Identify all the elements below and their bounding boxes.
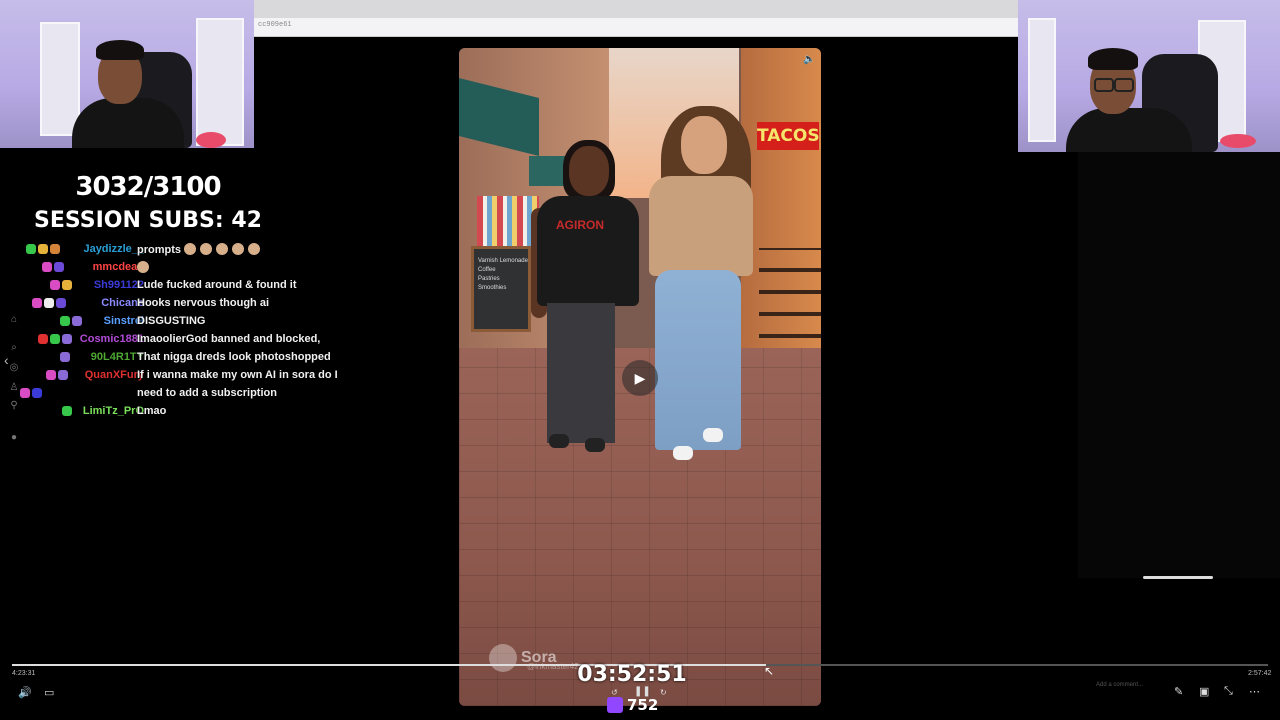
- address-bar[interactable]: cc909e61: [254, 18, 1018, 37]
- chat-message: Sinstrel DISGUSTING: [14, 314, 344, 331]
- elapsed-time: 4:23:31: [12, 670, 36, 677]
- chat-message: mmcdead: [14, 260, 344, 277]
- avatar[interactable]: ●: [8, 432, 20, 444]
- comment-input[interactable]: Add a comment...: [1088, 676, 1176, 694]
- speaker-muted-icon[interactable]: 🔈: [803, 54, 815, 66]
- home-icon[interactable]: ⌂: [8, 314, 20, 326]
- chat-username[interactable]: Cosmic1881: [80, 333, 144, 345]
- captions-icon[interactable]: ▭: [44, 686, 54, 699]
- chat-text: Lmao: [137, 405, 167, 417]
- volume-icon[interactable]: 🔊: [18, 686, 32, 699]
- picture-in-picture-icon[interactable]: ▣: [1199, 685, 1209, 698]
- browser-tab-bar: [254, 0, 1018, 18]
- chat-text: That nigga dreds look photoshopped: [137, 351, 331, 363]
- chat-text: [137, 261, 153, 274]
- chat-username[interactable]: LimiTz_PrO: [83, 405, 144, 417]
- more-icon[interactable]: ⋯: [1249, 685, 1260, 698]
- chat-text: need to add a subscription: [137, 387, 277, 399]
- chat-message: 90L4R1TY That nigga dreds look photoshop…: [14, 350, 344, 367]
- sora-logo-icon: [489, 644, 517, 672]
- play-icon[interactable]: ▶: [622, 360, 658, 396]
- session-subs: SESSION SUBS: 42: [34, 208, 262, 233]
- viewer-count: 752: [607, 696, 658, 714]
- chat-text: If i wanna make my own AI in sora do I: [137, 369, 338, 381]
- trophy-icon[interactable]: ♙: [8, 382, 20, 394]
- stream-clock: 03:52:51: [577, 662, 687, 687]
- chat-username[interactable]: QuanXFury: [85, 369, 144, 381]
- mouse-cursor-icon: ↖: [764, 664, 775, 678]
- webcam-left: [0, 0, 254, 148]
- chat-text: Lude fucked around & found it: [137, 279, 297, 291]
- scroll-handle[interactable]: [1143, 576, 1213, 579]
- forward-icon[interactable]: ↻: [660, 688, 667, 697]
- chat-message: need to add a subscription: [14, 386, 344, 403]
- chat-text: Hooks nervous though ai: [137, 297, 270, 309]
- chat-message: Cosmic1881 ImaoolierGod banned and block…: [14, 332, 344, 349]
- minimize-icon[interactable]: ⤡: [1224, 685, 1233, 698]
- explore-icon[interactable]: ◎: [8, 362, 20, 374]
- comments-panel: [1078, 152, 1280, 578]
- chat-message: LimiTz_PrO Lmao: [14, 404, 344, 421]
- chat-message: Sh991122 Lude fucked around & found it: [14, 278, 344, 295]
- chat-message: QuanXFury If i wanna make my own AI in s…: [14, 368, 344, 385]
- webcam-right: [1018, 0, 1280, 152]
- chat-username[interactable]: Jaydizzle__: [83, 243, 144, 255]
- twitch-icon: [607, 697, 623, 713]
- pencil-icon[interactable]: ✎: [1174, 685, 1183, 698]
- chat-message: Jaydizzle__ prompts: [14, 242, 344, 259]
- prev-arrow-icon[interactable]: ‹: [4, 352, 9, 368]
- chat-text: prompts: [137, 243, 264, 256]
- chat-text: DISGUSTING: [137, 315, 206, 327]
- search-icon[interactable]: ⌕: [8, 342, 20, 354]
- chat-message: Chicane Hooks nervous though ai: [14, 296, 344, 313]
- address-text: cc909e61: [258, 21, 292, 29]
- video-player[interactable]: TACOS Varnish Lemonade Coffee Pastries S…: [459, 48, 821, 706]
- shirt-text: AGIRON: [556, 218, 604, 232]
- remaining-time: 2:57:42: [1248, 670, 1272, 677]
- chat-text: ImaoolierGod banned and blocked,: [137, 333, 321, 345]
- pin-icon[interactable]: ⚲: [8, 400, 20, 412]
- chalkboard-sign: Varnish Lemonade Coffee Pastries Smoothi…: [471, 246, 531, 332]
- tacos-sign: TACOS: [757, 122, 820, 150]
- sub-goal-counter: 3032/3100: [75, 172, 221, 202]
